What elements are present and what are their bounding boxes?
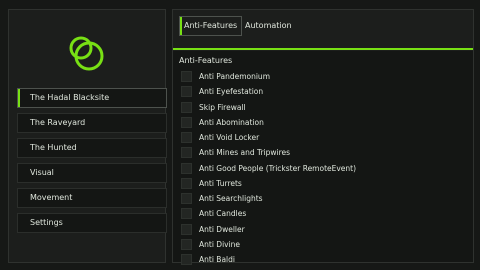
checkbox[interactable]	[181, 208, 192, 219]
anti-features-section: Anti-Features Anti Pandemonium Anti Eyef…	[173, 51, 473, 265]
toggle-label: Anti Baldi	[199, 255, 235, 264]
checkbox[interactable]	[181, 71, 192, 82]
checkbox[interactable]	[181, 239, 192, 250]
checkbox[interactable]	[181, 86, 192, 97]
toggle-label: Skip Firewall	[199, 103, 246, 112]
checkbox[interactable]	[181, 102, 192, 113]
toggle-label: Anti Dweller	[199, 225, 245, 234]
sidebar-item-the-raveyard[interactable]: The Raveyard	[17, 113, 167, 133]
toggle-label: Anti Abomination	[199, 118, 264, 127]
checkbox[interactable]	[181, 254, 192, 265]
main-panel: Anti-Features Automation Anti-Features A…	[172, 9, 474, 265]
toggle-label: Anti Mines and Tripwires	[199, 148, 291, 157]
toggle-label: Anti Good People (Trickster RemoteEvent)	[199, 164, 357, 173]
checkbox[interactable]	[181, 132, 192, 143]
tab-anti-features[interactable]: Anti-Features	[179, 16, 243, 36]
toggle-label: Anti Searchlights	[199, 194, 263, 203]
toggle-label: Anti Void Locker	[199, 133, 260, 142]
toggle-label: Anti Candles	[199, 209, 247, 218]
checkbox[interactable]	[181, 163, 192, 174]
tab-automation[interactable]: Automation	[241, 16, 296, 36]
toggle-label: Anti Turrets	[199, 179, 242, 188]
sidebar-item-movement[interactable]: Movement	[17, 188, 167, 208]
sidebar-item-visual[interactable]: Visual	[17, 163, 167, 183]
checkbox[interactable]	[181, 178, 192, 189]
section-title: Anti-Features	[179, 56, 233, 65]
logo-icon	[69, 36, 104, 71]
checkbox[interactable]	[181, 147, 192, 158]
sidebar-item-the-hadal-blacksite[interactable]: The Hadal Blacksite	[17, 88, 167, 108]
sidebar-item-the-hunted[interactable]: The Hunted	[17, 138, 167, 158]
toggle-label: Anti Pandemonium	[199, 72, 270, 81]
checkbox[interactable]	[181, 193, 192, 204]
tabs-bar: Anti-Features Automation	[173, 10, 473, 48]
sidebar: The Hadal Blacksite The Raveyard The Hun…	[8, 9, 167, 263]
toggle-label: Anti Eyefestation	[199, 87, 264, 96]
accent-divider	[173, 48, 473, 50]
toggle-label: Anti Divine	[199, 240, 241, 249]
checkbox[interactable]	[181, 224, 192, 235]
checkbox[interactable]	[181, 117, 192, 128]
sidebar-item-settings[interactable]: Settings	[17, 213, 167, 233]
